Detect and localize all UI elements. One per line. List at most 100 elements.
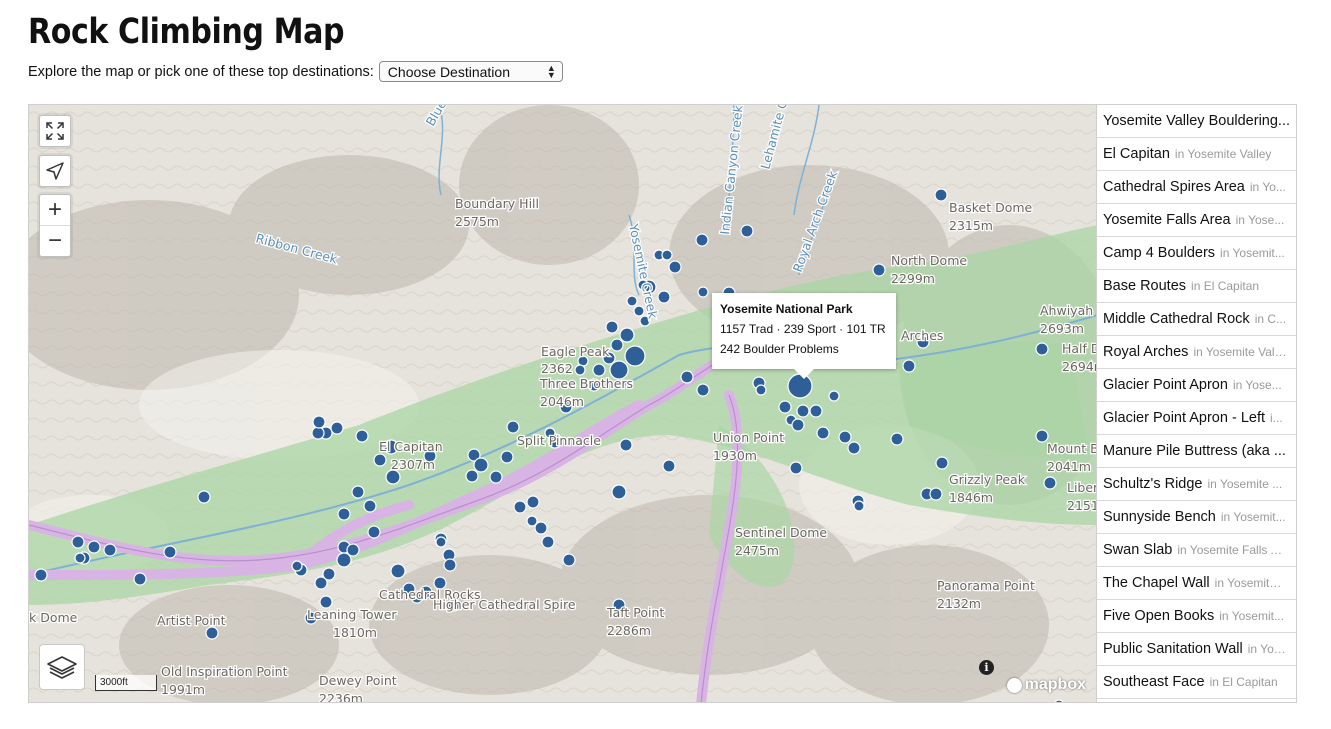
destination-name: Yosemite Falls Area [1103,212,1231,228]
list-item[interactable]: Yosemite Falls Area in Yose... [1097,204,1296,237]
destination-name: Southeast Face [1103,674,1205,690]
map-label: El Capitan [379,439,443,454]
destination-picker: Explore the map or pick one of these top… [28,61,563,82]
navigation-arrow-icon [46,162,64,180]
map-label: 2041m [1047,459,1091,474]
mapbox-logo-text: mapbox [1024,676,1086,693]
map-label: 2236m [319,691,363,703]
list-item[interactable]: Yosemite Valley Bouldering... [1097,105,1296,138]
zoom-out-button[interactable]: − [40,225,70,256]
expand-icon [46,122,64,140]
map-label: 1810m [333,625,377,640]
map-label: Half D [1062,341,1097,356]
destination-location: in Yosemite ... [1207,477,1283,491]
map-label: Mount B [1047,441,1097,456]
map-label: 1846m [949,490,993,505]
destination-location: in Yosemite Valley [1174,147,1272,161]
map-label: 2575m [455,214,499,229]
list-item[interactable]: Cathedral Spires Area in Yo... [1097,171,1296,204]
destination-name: The Chapel Wall [1103,575,1210,591]
destination-location: in Yo... [1249,180,1286,194]
destination-name: Yosemite Valley Bouldering... [1103,113,1290,129]
explore-text: Explore the map or pick one of these top… [28,63,374,80]
list-item[interactable]: Base Routes in El Capitan [1097,270,1296,303]
popup-boulders: 242 Boulder Problems [720,342,839,356]
destination-location: in C... [1254,312,1287,326]
destination-location: in Yosemite ... [1214,576,1288,590]
attribution-info-icon[interactable]: i [979,660,994,675]
map-label: Taft Point [606,605,664,620]
map-label: 2299m [891,271,935,286]
climbing-map[interactable]: Boundary Hill 2575m Ribbon Creek Blue Yo… [28,104,1097,703]
destination-location: in Yosemite Valley [1193,345,1288,359]
map-terrain: Boundary Hill 2575m Ribbon Creek Blue Yo… [29,105,1097,703]
zoom-in-button[interactable]: + [40,195,70,225]
page-title: Rock Climbing Map [28,12,345,52]
map-label: Dewey Point [319,673,397,688]
list-item[interactable]: Royal Arches in Yosemite Valley [1097,336,1296,369]
list-item[interactable]: El Capitan in Yosemite Valley [1097,138,1296,171]
destination-name: Base Routes [1103,278,1187,294]
destination-list: Yosemite Valley Bouldering... El Capitan i… [1097,104,1297,703]
map-label: Old Inspiration Point [161,664,288,679]
layers-button[interactable] [39,644,85,690]
destination-location: in Yos... [1247,642,1288,656]
map-label: 2694m [1062,359,1097,374]
map-label: Eagle Peak [541,344,610,359]
map-label: 2362 [541,361,573,376]
map-label: 2307m [391,457,435,472]
map-label: Panorama Point [937,578,1035,593]
geolocate-button[interactable] [39,155,71,187]
map-label: Basket Dome [949,200,1033,215]
destination-location: in Yose... [1235,213,1285,227]
map-popup: Yosemite National Park 1157 Trad · 239 S… [712,293,896,379]
map-label: 2693m [1040,321,1084,336]
map-label: 2132m [937,596,981,611]
map-label: k Dome [29,610,78,625]
destination-name: Schultz's Ridge [1103,476,1203,492]
map-label: Grizzly Peak [949,472,1026,487]
map-label: Liber [1067,480,1097,495]
destination-name: Public Sanitation Wall [1103,641,1243,657]
list-item[interactable]: Glacier Point Apron - Left i... [1097,402,1296,435]
destination-location: in Yose... [1232,378,1282,392]
popup-title: Yosemite National Park [720,302,853,316]
list-item[interactable]: Glacier Point Apron in Yose... [1097,369,1296,402]
destination-name: Swan Slab [1103,542,1173,558]
destination-location: in Yosemit... [1220,510,1286,524]
map-label: 2475m [735,543,779,558]
destination-name: Manure Pile Buttress (aka ... [1103,443,1286,459]
destination-select[interactable]: Choose Destination ▲ ▼ [378,61,563,82]
map-label: 1930m [713,448,757,463]
map-label: Higher Cathedral Spire [433,597,576,612]
select-arrows-icon: ▲ ▼ [546,62,556,80]
list-item[interactable]: The Chapel Wall in Yosemite ... [1097,567,1296,600]
map-label: 2315m [949,218,993,233]
list-item[interactable]: Five Open Books in Yosemit... [1097,600,1296,633]
destination-name: Five Open Books [1103,608,1215,624]
map-label: 2286m [607,623,651,638]
destination-location: in Yosemit... [1220,246,1285,260]
map-label: Split Pinnacle [517,433,601,448]
destination-name: El Capitan [1103,146,1170,162]
list-item[interactable]: Camp 4 Boulders in Yosemit... [1097,237,1296,270]
destination-location: i... [1270,411,1283,425]
list-item[interactable]: Manure Pile Buttress (aka ... [1097,435,1296,468]
list-item[interactable]: Sunnyside Bench in Yosemit... [1097,501,1296,534]
map-label: Three Brothers [539,376,633,391]
list-item[interactable]: Schultz's Ridge in Yosemite ... [1097,468,1296,501]
fullscreen-button[interactable] [39,115,71,147]
destination-location: in El Capitan [1209,675,1278,689]
mapbox-logo: mapbox [1006,676,1086,694]
layers-icon [47,656,77,679]
popup-routes: 1157 Trad · 239 Sport · 101 TR [720,322,886,336]
destination-name: Cathedral Spires Area [1103,179,1245,195]
list-item[interactable]: Public Sanitation Wall in Yos... [1097,633,1296,666]
destination-name: Glacier Point Apron [1103,377,1228,393]
destination-location: in Yosemite Falls A... [1177,543,1288,557]
destination-location: in El Capitan [1191,279,1260,293]
list-item[interactable]: Southeast Face in El Capitan [1097,666,1296,699]
map-label: Union Point [713,430,784,445]
list-item[interactable]: Middle Cathedral Rock in C... [1097,303,1296,336]
list-item[interactable]: Swan Slab in Yosemite Falls A... [1097,534,1296,567]
